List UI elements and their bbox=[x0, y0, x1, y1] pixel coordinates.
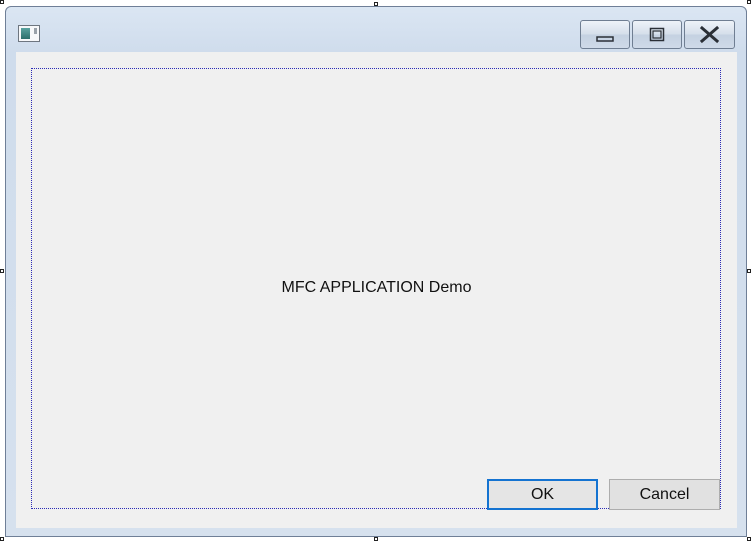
app-icon-pane bbox=[21, 28, 30, 39]
resize-handle-right[interactable] bbox=[747, 269, 751, 273]
minimize-icon bbox=[596, 36, 614, 42]
resize-handle-bottom-left[interactable] bbox=[0, 537, 4, 541]
cancel-button[interactable]: Cancel bbox=[609, 479, 720, 510]
app-icon-bar bbox=[34, 28, 37, 34]
ok-button[interactable]: OK bbox=[487, 479, 598, 510]
close-button[interactable] bbox=[684, 20, 735, 49]
resize-handle-bottom-right[interactable] bbox=[747, 537, 751, 541]
resize-handle-top-right[interactable] bbox=[747, 0, 751, 4]
maximize-button[interactable] bbox=[632, 20, 682, 49]
minimize-button[interactable] bbox=[580, 20, 630, 49]
close-icon bbox=[699, 25, 720, 44]
dialog-client-area: MFC APPLICATION Demo OK Cancel bbox=[16, 52, 737, 528]
resize-handle-bottom[interactable] bbox=[374, 537, 378, 541]
maximize-icon bbox=[649, 27, 665, 42]
resource-editor-surface: MFC APPLICATION Demo OK Cancel bbox=[0, 0, 752, 541]
dialog-app-icon bbox=[18, 25, 40, 42]
static-text-label: MFC APPLICATION Demo bbox=[281, 279, 472, 296]
resize-handle-top-left[interactable] bbox=[0, 0, 4, 4]
resize-handle-left[interactable] bbox=[0, 269, 4, 273]
dialog-window: MFC APPLICATION Demo OK Cancel bbox=[5, 6, 747, 537]
